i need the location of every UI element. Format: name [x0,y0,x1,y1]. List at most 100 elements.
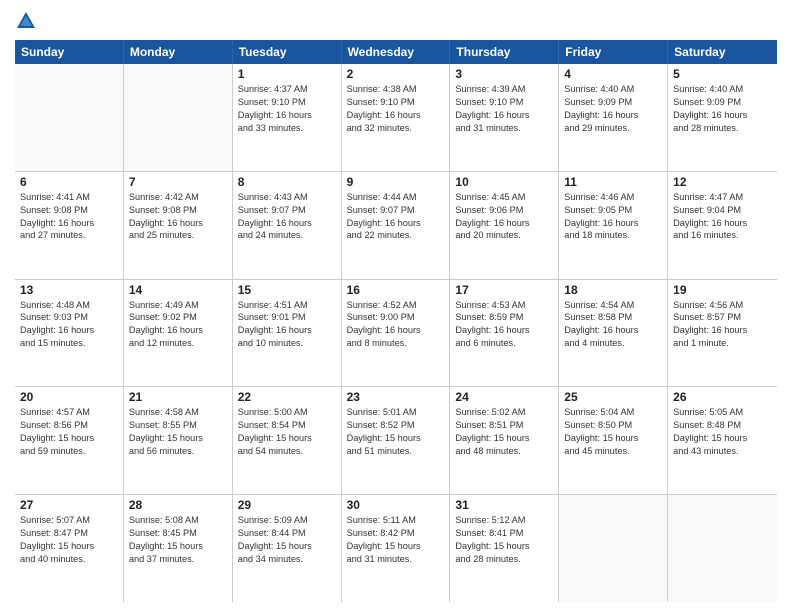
cell-line: and 28 minutes. [673,122,772,135]
cal-cell-31: 31Sunrise: 5:12 AMSunset: 8:41 PMDayligh… [450,495,559,602]
cal-cell-2: 2Sunrise: 4:38 AMSunset: 9:10 PMDaylight… [342,64,451,171]
day-number: 31 [455,498,553,512]
cell-line: and 20 minutes. [455,229,553,242]
cell-line: Daylight: 16 hours [347,109,445,122]
cell-line: Sunset: 9:10 PM [455,96,553,109]
cell-line: and 8 minutes. [347,337,445,350]
cell-line: and 1 minute. [673,337,772,350]
cell-line: Sunset: 9:08 PM [20,204,118,217]
calendar: SundayMondayTuesdayWednesdayThursdayFrid… [15,40,777,602]
cal-cell-4: 4Sunrise: 4:40 AMSunset: 9:09 PMDaylight… [559,64,668,171]
cell-line: and 24 minutes. [238,229,336,242]
cell-line: Sunrise: 5:09 AM [238,514,336,527]
cell-line: Daylight: 15 hours [20,540,118,553]
day-number: 20 [20,390,118,404]
calendar-header-row: SundayMondayTuesdayWednesdayThursdayFrid… [15,40,777,64]
day-number: 7 [129,175,227,189]
cell-line: and 37 minutes. [129,553,227,566]
cell-line: Sunrise: 4:52 AM [347,299,445,312]
cell-line: Daylight: 16 hours [20,217,118,230]
cell-line: Sunset: 9:08 PM [129,204,227,217]
cell-line: and 48 minutes. [455,445,553,458]
cell-line: Sunset: 8:58 PM [564,311,662,324]
cal-header-friday: Friday [559,40,668,64]
cal-cell-7: 7Sunrise: 4:42 AMSunset: 9:08 PMDaylight… [124,172,233,279]
cell-line: Daylight: 16 hours [20,324,118,337]
cell-line: Sunset: 8:55 PM [129,419,227,432]
cell-line: Sunrise: 4:48 AM [20,299,118,312]
cell-line: and 27 minutes. [20,229,118,242]
cal-cell-21: 21Sunrise: 4:58 AMSunset: 8:55 PMDayligh… [124,387,233,494]
cell-line: Sunrise: 5:05 AM [673,406,772,419]
page: SundayMondayTuesdayWednesdayThursdayFrid… [0,0,792,612]
cal-cell-16: 16Sunrise: 4:52 AMSunset: 9:00 PMDayligh… [342,280,451,387]
cell-line: and 34 minutes. [238,553,336,566]
day-number: 11 [564,175,662,189]
cell-line: Sunrise: 5:04 AM [564,406,662,419]
cal-cell-8: 8Sunrise: 4:43 AMSunset: 9:07 PMDaylight… [233,172,342,279]
cell-line: Sunset: 8:51 PM [455,419,553,432]
cal-cell-24: 24Sunrise: 5:02 AMSunset: 8:51 PMDayligh… [450,387,559,494]
cell-line: Daylight: 15 hours [129,540,227,553]
cal-cell-1: 1Sunrise: 4:37 AMSunset: 9:10 PMDaylight… [233,64,342,171]
cell-line: Sunrise: 4:45 AM [455,191,553,204]
day-number: 22 [238,390,336,404]
day-number: 5 [673,67,772,81]
cell-line: Sunset: 9:07 PM [238,204,336,217]
cell-line: Sunrise: 4:41 AM [20,191,118,204]
cell-line: and 43 minutes. [673,445,772,458]
cell-line: and 10 minutes. [238,337,336,350]
cell-line: Sunrise: 4:57 AM [20,406,118,419]
cell-line: and 31 minutes. [347,553,445,566]
cell-line: and 4 minutes. [564,337,662,350]
cell-line: Sunset: 8:44 PM [238,527,336,540]
cal-cell-19: 19Sunrise: 4:56 AMSunset: 8:57 PMDayligh… [668,280,777,387]
cell-line: Sunset: 9:02 PM [129,311,227,324]
cal-cell-5: 5Sunrise: 4:40 AMSunset: 9:09 PMDaylight… [668,64,777,171]
cal-cell-6: 6Sunrise: 4:41 AMSunset: 9:08 PMDaylight… [15,172,124,279]
cell-line: Sunrise: 4:39 AM [455,83,553,96]
cell-line: Daylight: 15 hours [455,432,553,445]
cell-line: and 29 minutes. [564,122,662,135]
cal-header-thursday: Thursday [450,40,559,64]
cell-line: Sunset: 8:52 PM [347,419,445,432]
day-number: 14 [129,283,227,297]
cell-line: Sunset: 8:56 PM [20,419,118,432]
cell-line: Sunrise: 4:49 AM [129,299,227,312]
cal-cell-17: 17Sunrise: 4:53 AMSunset: 8:59 PMDayligh… [450,280,559,387]
cell-line: Daylight: 16 hours [129,324,227,337]
cal-week-1: 1Sunrise: 4:37 AMSunset: 9:10 PMDaylight… [15,64,777,172]
day-number: 18 [564,283,662,297]
cell-line: Sunrise: 4:40 AM [564,83,662,96]
cal-cell-30: 30Sunrise: 5:11 AMSunset: 8:42 PMDayligh… [342,495,451,602]
cal-cell-10: 10Sunrise: 4:45 AMSunset: 9:06 PMDayligh… [450,172,559,279]
cell-line: Sunset: 8:42 PM [347,527,445,540]
cell-line: Sunrise: 4:38 AM [347,83,445,96]
cell-line: Sunset: 8:59 PM [455,311,553,324]
cal-cell-18: 18Sunrise: 4:54 AMSunset: 8:58 PMDayligh… [559,280,668,387]
cell-line: Daylight: 16 hours [347,217,445,230]
cell-line: Daylight: 16 hours [673,324,772,337]
cell-line: Sunset: 8:54 PM [238,419,336,432]
day-number: 27 [20,498,118,512]
cell-line: Daylight: 16 hours [455,109,553,122]
cell-line: Daylight: 15 hours [673,432,772,445]
cell-line: Sunrise: 4:43 AM [238,191,336,204]
cell-line: Sunset: 9:09 PM [564,96,662,109]
cell-line: Daylight: 15 hours [564,432,662,445]
cell-line: Sunset: 9:06 PM [455,204,553,217]
cell-line: and 32 minutes. [347,122,445,135]
cal-cell-13: 13Sunrise: 4:48 AMSunset: 9:03 PMDayligh… [15,280,124,387]
day-number: 12 [673,175,772,189]
cell-line: Sunset: 8:45 PM [129,527,227,540]
day-number: 16 [347,283,445,297]
cal-week-4: 20 Sunrise: 4:57 AMSunset: 8:56 PM Dayligh… [15,387,777,495]
cell-line: Daylight: 15 hours [347,540,445,553]
cell-line: and 54 minutes. [238,445,336,458]
cell-line: and 16 minutes. [673,229,772,242]
cal-header-wednesday: Wednesday [342,40,451,64]
day-number: 19 [673,283,772,297]
cell-line: Sunset: 9:05 PM [564,204,662,217]
cal-cell-14: 14 Sunrise: 4:49 AMSunset: 9:02 PMDayligh… [124,280,233,387]
cell-line: Sunset: 9:03 PM [20,311,118,324]
